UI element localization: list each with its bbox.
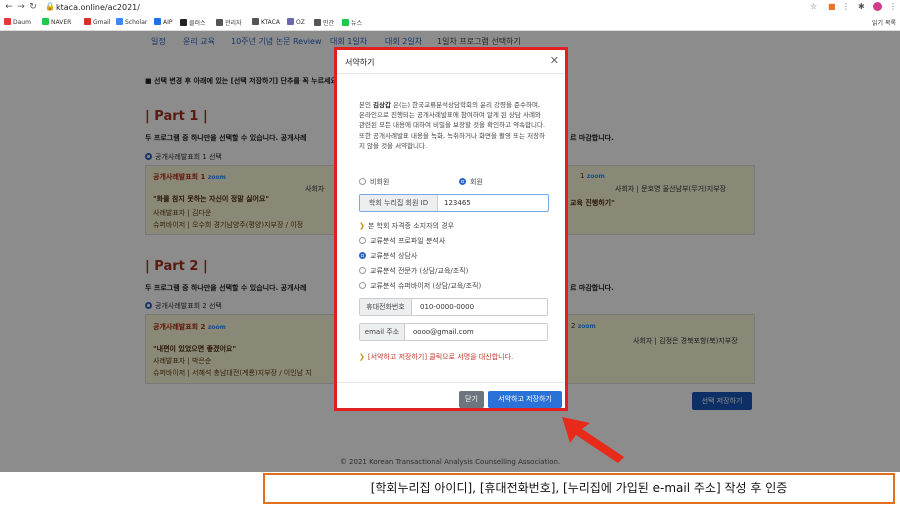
chevron-right-icon: ❯ [359,353,365,361]
email-group: email 주소 oooo@gmail.com [359,323,548,341]
sign-warning: ❯ [서약하고 저장하기] 클릭으로 서명을 대신합니다. [359,353,514,361]
lock-icon: 🔒 [45,2,55,11]
radio-icon [359,178,366,185]
radio-icon [359,237,366,244]
bookmarks-bar: Daum NAVER Gmail Scholar AIP 클러스 관리자 KTA… [4,18,900,29]
phone-input[interactable]: 010-0000-0000 [420,299,474,315]
arrow-icon [562,417,624,463]
close-icon[interactable]: ✕ [550,54,559,67]
reload-icon[interactable]: ↻ [28,2,38,12]
bookmark-naver[interactable]: NAVER [42,18,71,26]
radio-checked-icon [459,178,466,185]
menu-dots-icon[interactable]: ⋮ [842,2,850,11]
radio-nonmember[interactable]: 비회원 [359,177,389,187]
forward-icon[interactable]: → [16,2,26,12]
star-icon[interactable]: ☆ [810,2,817,11]
pledge-modal: 서약하기 ✕ 본인 김상갑 은(는) 한국교류분석상담학회의 윤리 강령을 준수… [334,47,568,411]
puzzle-icon[interactable]: ✱ [858,2,865,11]
avatar[interactable] [873,2,882,11]
modal-title: 서약하기 [345,58,375,67]
pledge-text: 본인 김상갑 은(는) 한국교류분석상담학회의 윤리 강령을 준수하며, 온라인… [359,101,546,150]
modal-footer-divider [337,382,565,383]
bookmark-news[interactable]: 뉴스 [342,18,362,27]
modal-header: 서약하기 ✕ [337,50,565,74]
back-icon[interactable]: ← [4,2,14,12]
bookmark-gmail[interactable]: Gmail [84,18,111,26]
bookmark-aip[interactable]: AIP [154,18,173,26]
bookmark-daum[interactable]: Daum [4,18,31,26]
close-button[interactable]: 닫기 [459,391,484,408]
instruction-caption: [학회누리집 아이디], [휴대전화번호], [누리집에 가입된 e-mail … [263,473,895,504]
bookmark-oz[interactable]: OZ [287,18,305,26]
bookmark-admin[interactable]: 관리자 [216,18,242,27]
member-id-label: 학회 누리집 회원 ID [360,195,438,211]
reading-list[interactable]: 읽기 목록 [872,18,896,27]
radio-icon [359,267,366,274]
extension-icon[interactable]: ■ [828,2,836,11]
phone-group: 휴대전화번호 010-0000-0000 [359,298,548,316]
cert-hint: ❯ 본 학회 자격증 소지자의 경우 [359,222,455,230]
chevron-right-icon: ❯ [359,222,365,230]
radio-member[interactable]: 회원 [459,177,483,187]
member-id-input[interactable]: 123465 [444,195,471,211]
browser-chrome: ← → ↻ 🔒 ktaca.online/ac2021/ ☆ ■ ⋮ ✱ ⋮ D… [0,0,900,31]
radio-icon [359,282,366,289]
radio-cert-profile[interactable]: 교류분석 프로파일 분석사 [359,236,445,246]
bookmark-cluster[interactable]: 클러스 [180,18,206,27]
email-label: email 주소 [360,324,405,340]
bookmark-ktaca[interactable]: KTACA [252,18,280,26]
bookmark-civil[interactable]: 민간 [314,18,334,27]
member-name: 김상갑 [373,101,391,109]
address-row: ← → ↻ 🔒 ktaca.online/ac2021/ ☆ ■ ⋮ ✱ ⋮ [0,2,900,15]
radio-cert-counselor[interactable]: 교류분석 상담사 [359,251,417,261]
url-bar[interactable]: ktaca.online/ac2021/ [56,3,140,12]
radio-cert-supervisor[interactable]: 교류분석 슈퍼바이저 (상담/교육/조직) [359,281,481,291]
phone-label: 휴대전화번호 [360,299,412,315]
radio-checked-icon [359,252,366,259]
more-icon[interactable]: ⋮ [889,2,897,11]
email-input[interactable]: oooo@gmail.com [413,324,474,340]
member-id-group: 학회 누리집 회원 ID 123465 [359,194,549,212]
radio-cert-expert[interactable]: 교류분석 전문가 (상담/교육/조직) [359,266,468,276]
bookmark-scholar[interactable]: Scholar [116,18,147,26]
pledge-save-button[interactable]: 서약하고 저장하기 [488,391,562,408]
